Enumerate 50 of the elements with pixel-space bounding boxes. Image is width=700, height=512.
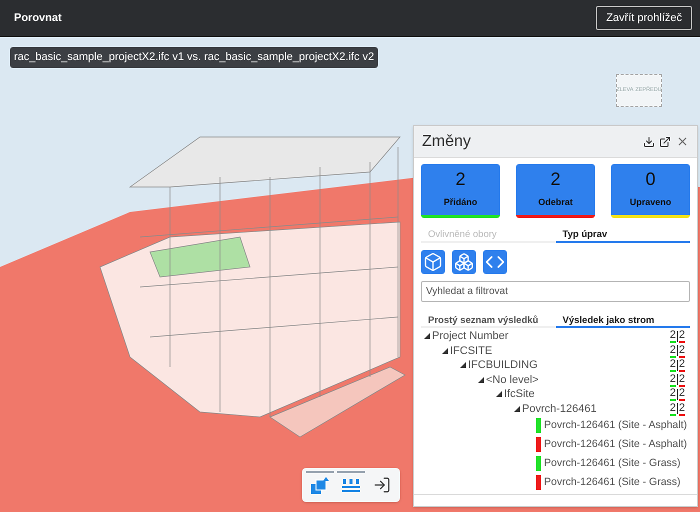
cubes-icon	[454, 252, 474, 272]
tree-leaf-label[interactable]: Povrch-126461 (Site - Grass)	[544, 474, 681, 490]
tree-node-label[interactable]: IFCBUILDING	[468, 357, 538, 374]
change-label: Upraveno	[630, 196, 672, 209]
filter-button[interactable]	[483, 250, 507, 274]
removed-count: 2	[678, 329, 685, 344]
comparison-label: rac_basic_sample_projectX2.ifc v1 vs. rac_basic_sample_projectX2.ifc v2	[10, 47, 378, 68]
change-count: 2	[455, 168, 466, 191]
removed-count: 2	[678, 372, 685, 387]
scope-tab[interactable]: Typ úprav	[556, 228, 690, 243]
expand-caret-icon[interactable]	[442, 348, 448, 354]
expand-caret-icon[interactable]	[460, 362, 466, 368]
exit-icon	[372, 476, 391, 494]
close-viewer-button[interactable]: Zavřít prohlížeč	[596, 6, 692, 30]
page-title: Porovnat	[14, 10, 62, 26]
change-count-card[interactable]: 0 Upraveno	[611, 164, 690, 218]
view-tab[interactable]: Výsledek jako strom	[556, 314, 690, 328]
change-count-card[interactable]: 2 Odebrat	[516, 164, 595, 218]
close-icon[interactable]	[676, 135, 689, 148]
filter-button[interactable]	[452, 250, 476, 274]
removed-count: 2	[678, 344, 685, 358]
tree-leaf-label[interactable]: Povrch-126461 (Site - Asphalt)	[544, 418, 687, 434]
cube-icon	[423, 252, 443, 272]
tree-node-label[interactable]: <No level>	[486, 372, 539, 388]
download-icon[interactable]	[643, 136, 655, 148]
tree-node-label[interactable]: Project Number	[432, 329, 508, 344]
change-count: 0	[645, 168, 656, 191]
expand-caret-icon[interactable]	[514, 406, 520, 412]
tree-leaf-label[interactable]: Povrch-126461 (Site - Grass)	[544, 456, 681, 472]
tree-leaf-label[interactable]: Povrch-126461 (Site - Asphalt)	[544, 436, 687, 452]
filter-button[interactable]	[421, 250, 445, 274]
expand-caret-icon[interactable]	[496, 391, 502, 398]
removed-count: 2	[678, 387, 685, 402]
removed-count: 2	[678, 358, 685, 372]
tree-node-label[interactable]: IfcSite	[504, 386, 535, 402]
expand-caret-icon[interactable]	[478, 376, 484, 383]
expand-caret-icon[interactable]	[424, 333, 430, 340]
pop-out-icon[interactable]	[659, 136, 671, 148]
stacked-squares-icon	[310, 477, 330, 495]
tree-node-label[interactable]: IFCSITE	[450, 342, 492, 359]
tree-node-label[interactable]: Povrch-126461	[522, 400, 597, 417]
view-tab[interactable]: Prostý seznam výsledků	[421, 314, 556, 328]
change-count-card[interactable]: 2 Přidáno	[421, 164, 500, 218]
list-icon	[342, 478, 360, 494]
change-count: 2	[550, 168, 560, 191]
panel-title: Změny	[422, 132, 472, 152]
change-label: Přidáno	[444, 196, 478, 209]
removed-count: 2	[678, 402, 685, 416]
change-label: Odebrat	[538, 196, 573, 209]
search-field[interactable]: Vyhledat a filtrovat	[421, 281, 690, 302]
